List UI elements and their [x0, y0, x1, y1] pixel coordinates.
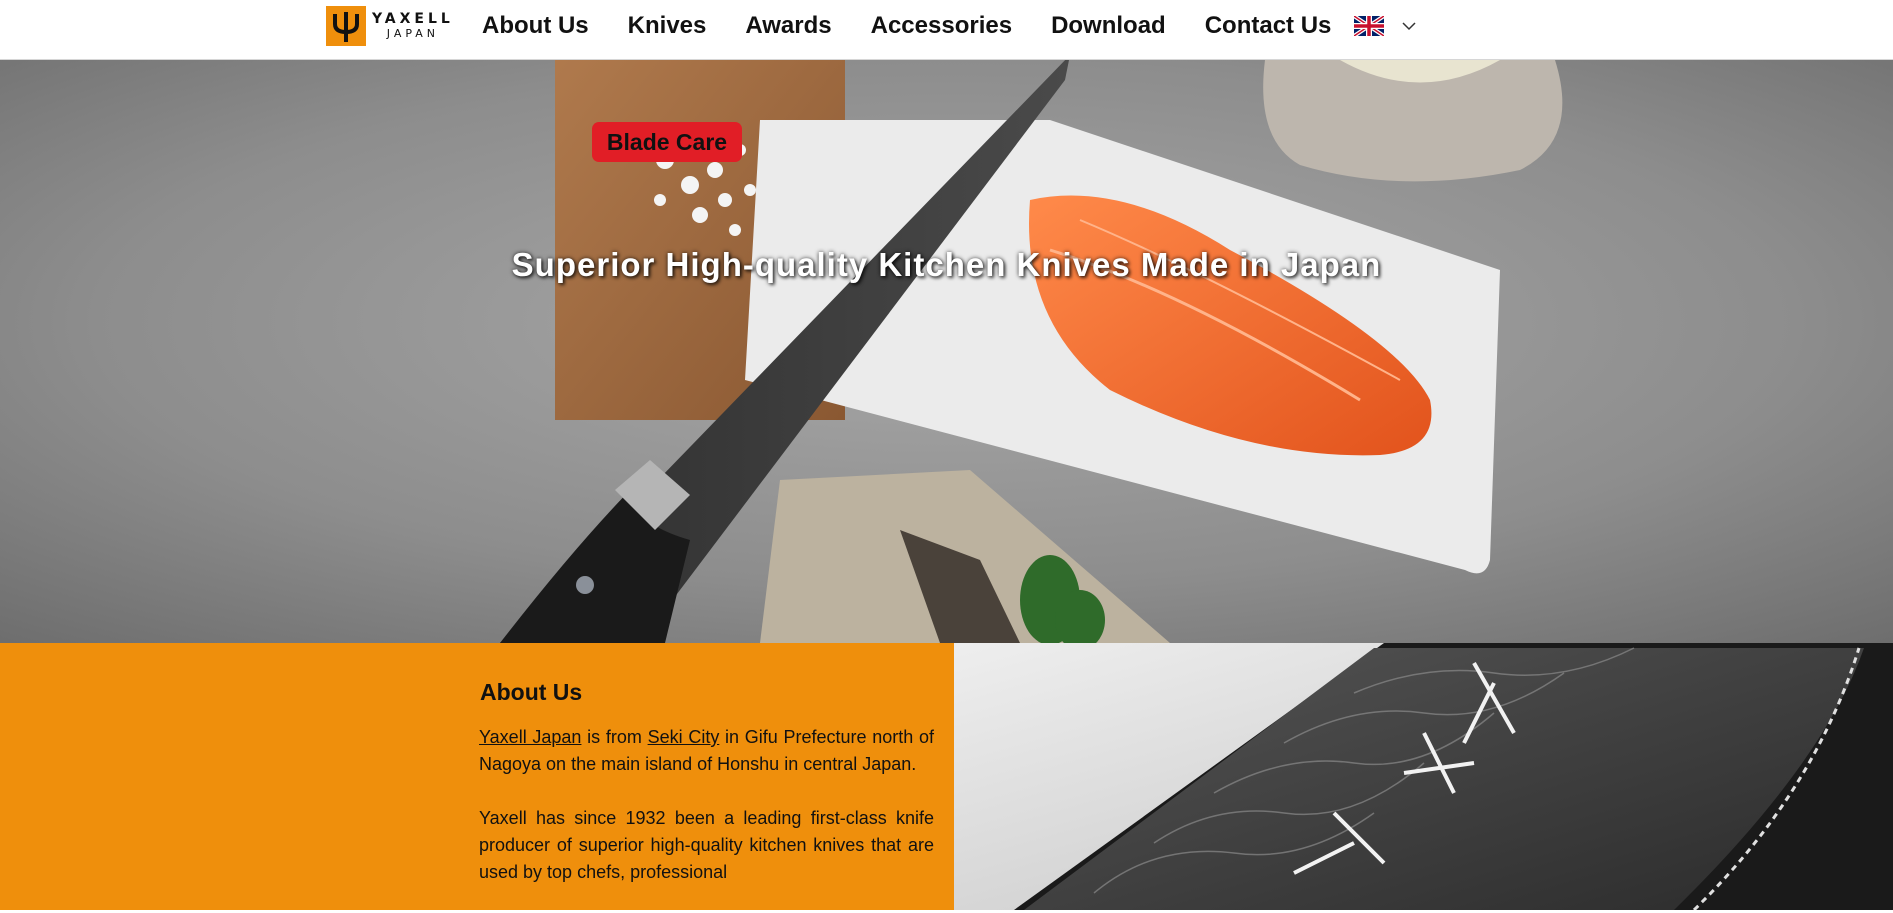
about-paragraph-2: Yaxell has since 1932 been a leading fir…	[479, 808, 934, 882]
uk-flag-icon	[1354, 16, 1384, 36]
nav-accessories[interactable]: Accessories	[871, 12, 1012, 40]
hero-background-image	[0, 60, 1893, 643]
language-selector[interactable]	[1354, 16, 1416, 36]
logo-subtitle: JAPAN	[386, 27, 440, 40]
nav-contact-us[interactable]: Contact Us	[1205, 12, 1332, 40]
hero-title: Superior High-quality Kitchen Knives Mad…	[511, 246, 1382, 283]
about-text: is from	[581, 727, 648, 747]
site-header: YAXELL JAPAN About Us Knives Awards Acce…	[0, 0, 1893, 60]
hero-slideshow: Superior High-quality Kitchen Knives Mad…	[0, 60, 1893, 643]
nav-knives[interactable]: Knives	[628, 12, 707, 40]
main-nav: About Us Knives Awards Accessories Downl…	[482, 10, 1331, 42]
chevron-down-icon[interactable]	[1402, 21, 1416, 31]
blade-care-button[interactable]: Blade Care	[592, 122, 742, 162]
trident-icon	[326, 6, 366, 46]
about-body: Yaxell Japan is from Seki City in Gifu P…	[479, 724, 934, 913]
logo-wordmark: YAXELL	[372, 11, 454, 27]
nav-awards[interactable]: Awards	[745, 12, 831, 40]
logo-text: YAXELL JAPAN	[372, 11, 454, 41]
nav-download[interactable]: Download	[1051, 12, 1166, 40]
about-title: About Us	[480, 679, 583, 705]
yaxell-japan-link[interactable]: Yaxell Japan	[479, 727, 581, 747]
about-section: About Us Yaxell Japan is from Seki City …	[0, 643, 954, 910]
nav-about-us[interactable]: About Us	[482, 12, 589, 40]
logo[interactable]: YAXELL JAPAN	[326, 6, 462, 46]
about-paragraph-1: Yaxell Japan is from Seki City in Gifu P…	[479, 724, 934, 778]
seki-city-link[interactable]: Seki City	[648, 727, 720, 747]
knife-closeup-image	[954, 643, 1893, 910]
